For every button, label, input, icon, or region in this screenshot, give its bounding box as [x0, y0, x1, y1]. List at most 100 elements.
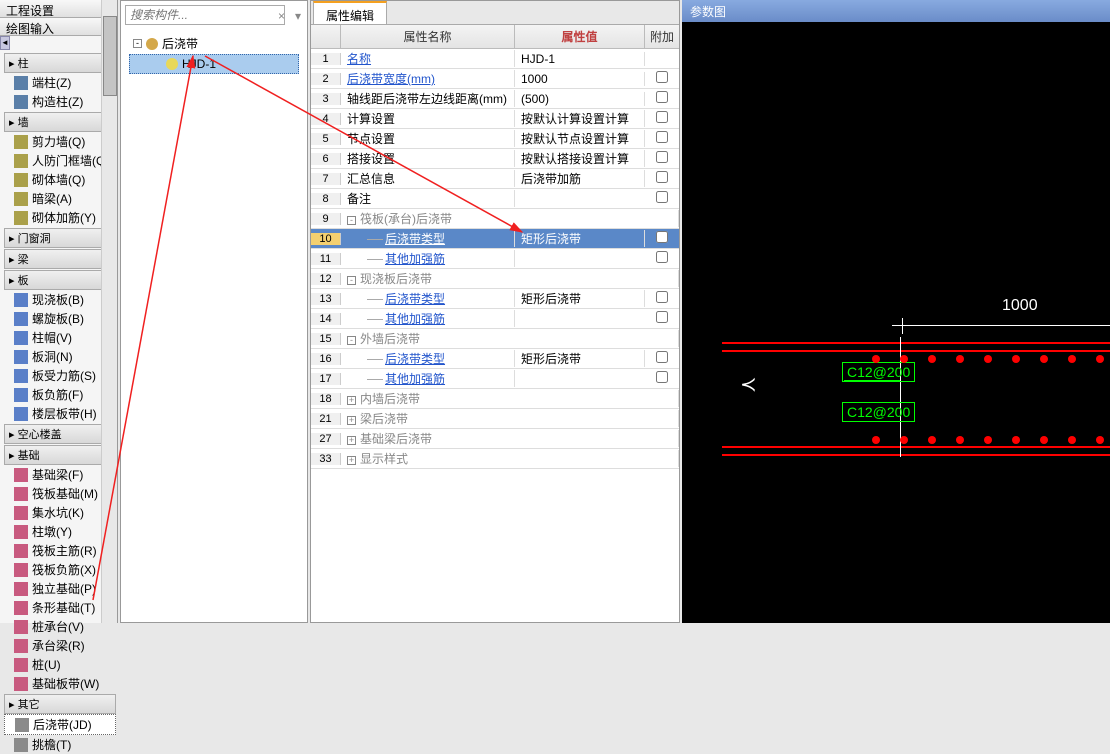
row-value[interactable]: 矩形后浇带 — [515, 290, 645, 307]
row-name[interactable]: -现浇板后浇带 — [341, 270, 679, 287]
row-name[interactable]: -筏板(承台)后浇带 — [341, 210, 679, 227]
category-item[interactable]: 条形基础(T) — [4, 598, 116, 617]
row-checkbox[interactable] — [656, 351, 668, 363]
category-item[interactable]: 筏板主筋(R) — [4, 541, 116, 560]
row-name[interactable]: +基础梁后浇带 — [341, 430, 679, 447]
category-item[interactable]: 基础梁(F) — [4, 465, 116, 484]
search-input[interactable] — [125, 5, 285, 25]
row-checkbox[interactable] — [656, 191, 668, 203]
category-item[interactable]: 筏板负筋(X) — [4, 560, 116, 579]
row-checkbox[interactable] — [656, 71, 668, 83]
row-checkbox[interactable] — [656, 371, 668, 383]
row-name[interactable]: 名称 — [341, 50, 515, 67]
row-value[interactable]: 矩形后浇带 — [515, 350, 645, 367]
category-item[interactable]: 基础板带(W) — [4, 674, 116, 693]
category-group[interactable]: ▸ 基础 — [4, 445, 116, 465]
row-name[interactable]: 其他加强筋 — [341, 370, 515, 387]
category-item[interactable]: 承台梁(R) — [4, 636, 116, 655]
col-value[interactable]: 属性值 — [515, 25, 645, 48]
category-item[interactable]: 现浇板(B) — [4, 290, 116, 309]
row-value[interactable]: 矩形后浇带 — [515, 230, 645, 247]
row-checkbox[interactable] — [656, 231, 668, 243]
category-item[interactable]: 集水坑(K) — [4, 503, 116, 522]
category-item[interactable]: 砌体墙(Q) — [4, 170, 116, 189]
property-row[interactable]: 16后浇带类型矩形后浇带 — [311, 349, 679, 369]
category-item[interactable]: 板负筋(F) — [4, 385, 116, 404]
category-item[interactable]: 挑檐(T) — [4, 735, 116, 754]
property-row[interactable]: 4计算设置按默认计算设置计算 — [311, 109, 679, 129]
row-name[interactable]: 后浇带宽度(mm) — [341, 70, 515, 87]
row-name[interactable]: 节点设置 — [341, 130, 515, 147]
row-name[interactable]: -外墙后浇带 — [341, 330, 679, 347]
row-value[interactable]: 1000 — [515, 72, 645, 86]
property-row[interactable]: 1名称HJD-1 — [311, 49, 679, 69]
category-item[interactable]: 柱帽(V) — [4, 328, 116, 347]
row-name[interactable]: +显示样式 — [341, 450, 679, 467]
category-item[interactable]: 桩承台(V) — [4, 617, 116, 636]
property-row[interactable]: 21+梁后浇带 — [311, 409, 679, 429]
property-row[interactable]: 18+内墙后浇带 — [311, 389, 679, 409]
row-value[interactable]: 按默认节点设置计算 — [515, 130, 645, 147]
tab-property-edit[interactable]: 属性编辑 — [313, 1, 387, 24]
header-drawing[interactable]: 绘图输入 — [0, 18, 117, 36]
property-row[interactable]: 11其他加强筋 — [311, 249, 679, 269]
property-row[interactable]: 9-筏板(承台)后浇带 — [311, 209, 679, 229]
collapse-toggle[interactable]: ◄ — [0, 36, 10, 50]
row-name[interactable]: 计算设置 — [341, 110, 515, 127]
category-item[interactable]: 螺旋板(B) — [4, 309, 116, 328]
category-item[interactable]: 独立基础(P) — [4, 579, 116, 598]
category-item[interactable]: 砌体加筋(Y) — [4, 208, 116, 227]
category-group[interactable]: ▸ 墙 — [4, 112, 116, 132]
row-value[interactable]: 按默认搭接设置计算 — [515, 150, 645, 167]
row-checkbox[interactable] — [656, 151, 668, 163]
row-name[interactable]: 其他加强筋 — [341, 310, 515, 327]
category-item[interactable]: 柱墩(Y) — [4, 522, 116, 541]
search-dropdown-icon[interactable]: ▾ — [295, 9, 301, 23]
property-row[interactable]: 5节点设置按默认节点设置计算 — [311, 129, 679, 149]
row-value[interactable]: 按默认计算设置计算 — [515, 110, 645, 127]
row-checkbox[interactable] — [656, 311, 668, 323]
property-row[interactable]: 14其他加强筋 — [311, 309, 679, 329]
col-name[interactable]: 属性名称 — [341, 25, 515, 48]
row-name[interactable]: +梁后浇带 — [341, 410, 679, 427]
row-value[interactable]: 后浇带加筋 — [515, 170, 645, 187]
row-name[interactable]: +内墙后浇带 — [341, 390, 679, 407]
category-item[interactable]: 剪力墙(Q) — [4, 132, 116, 151]
category-item[interactable]: 板洞(N) — [4, 347, 116, 366]
property-row[interactable]: 17其他加强筋 — [311, 369, 679, 389]
row-checkbox[interactable] — [656, 251, 668, 263]
tree-root-node[interactable]: - 后浇带 — [129, 33, 299, 54]
property-row[interactable]: 15-外墙后浇带 — [311, 329, 679, 349]
search-clear-icon[interactable]: × — [278, 9, 285, 23]
category-group[interactable]: ▸ 板 — [4, 270, 116, 290]
row-value[interactable]: (500) — [515, 92, 645, 106]
row-name[interactable]: 后浇带类型 — [341, 230, 515, 247]
property-row[interactable]: 10后浇带类型矩形后浇带 — [311, 229, 679, 249]
property-row[interactable]: 33+显示样式 — [311, 449, 679, 469]
row-name[interactable]: 后浇带类型 — [341, 290, 515, 307]
category-item[interactable]: 楼层板带(H) — [4, 404, 116, 423]
category-group[interactable]: ▸ 空心楼盖 — [4, 424, 116, 444]
row-checkbox[interactable] — [656, 131, 668, 143]
row-name[interactable]: 后浇带类型 — [341, 350, 515, 367]
property-row[interactable]: 3轴线距后浇带左边线距离(mm)(500) — [311, 89, 679, 109]
category-group[interactable]: ▸ 其它 — [4, 694, 116, 714]
category-group[interactable]: ▸ 梁 — [4, 249, 116, 269]
category-item[interactable]: 端柱(Z) — [4, 73, 116, 92]
category-item[interactable]: 桩(U) — [4, 655, 116, 674]
row-name[interactable]: 其他加强筋 — [341, 250, 515, 267]
row-name[interactable]: 汇总信息 — [341, 170, 515, 187]
property-row[interactable]: 2后浇带宽度(mm)1000 — [311, 69, 679, 89]
scrollbar-v[interactable] — [101, 0, 117, 623]
header-engineering[interactable]: 工程设置 — [0, 0, 117, 18]
property-row[interactable]: 7汇总信息后浇带加筋 — [311, 169, 679, 189]
category-item[interactable]: 构造柱(Z) — [4, 92, 116, 111]
category-group[interactable]: ▸ 门窗洞 — [4, 228, 116, 248]
row-value[interactable]: HJD-1 — [515, 52, 645, 66]
col-add[interactable]: 附加 — [645, 25, 679, 48]
property-row[interactable]: 8备注 — [311, 189, 679, 209]
row-name[interactable]: 备注 — [341, 190, 515, 207]
row-checkbox[interactable] — [656, 291, 668, 303]
category-item[interactable]: 板受力筋(S) — [4, 366, 116, 385]
category-item[interactable]: 暗梁(A) — [4, 189, 116, 208]
